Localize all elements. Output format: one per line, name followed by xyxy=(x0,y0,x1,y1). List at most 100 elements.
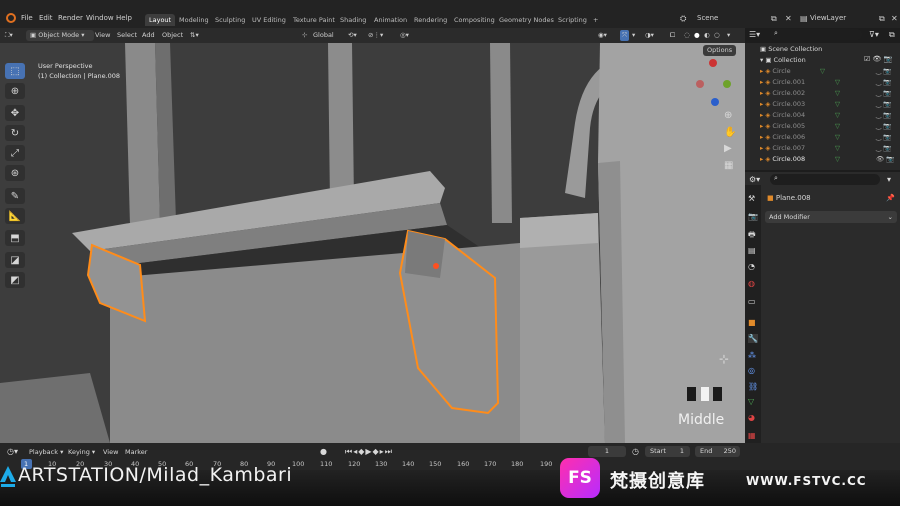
visibility-icon[interactable]: ◉▾ xyxy=(598,30,607,41)
mode-selector[interactable]: ▣ Object Mode ▾ xyxy=(26,30,94,41)
overlay-icon[interactable]: ◑▾ xyxy=(645,30,654,41)
current-frame-field[interactable]: 1 xyxy=(588,446,626,457)
menu-add[interactable]: Add xyxy=(142,30,155,41)
tab-modeling[interactable]: Modeling xyxy=(175,14,213,26)
extrude-tool-icon[interactable]: ◪ xyxy=(5,252,25,268)
shading-rendered-icon[interactable]: ○ xyxy=(714,30,720,41)
menu-object[interactable]: Object xyxy=(162,30,183,41)
rotate-tool-icon[interactable]: ↻ xyxy=(5,125,25,141)
clock-icon[interactable]: ◷ xyxy=(632,447,639,456)
texture-tab-icon[interactable]: ▦ xyxy=(748,431,756,440)
start-frame-field[interactable]: Start 1 xyxy=(645,446,690,457)
tab-uv-editing[interactable]: UV Editing xyxy=(248,14,290,26)
blender-logo-icon[interactable] xyxy=(6,13,16,23)
properties-search-input[interactable]: ⌕ xyxy=(770,174,880,185)
measure-tool-icon[interactable]: 📐 xyxy=(5,208,25,224)
outliner-editor-icon[interactable]: ☰▾ xyxy=(749,30,760,39)
annotate-tool-icon[interactable]: ✎ xyxy=(5,188,25,204)
tab-layout[interactable]: Layout xyxy=(145,14,176,26)
constraints-tab-icon[interactable]: ⛓ xyxy=(748,382,758,391)
world-tab-icon[interactable]: ◍ xyxy=(748,279,755,288)
physics-tab-icon[interactable]: ◎ xyxy=(748,366,755,375)
object-tab-icon[interactable]: ■ xyxy=(748,318,756,327)
snap-icon[interactable]: ⊘⋮▾ xyxy=(368,30,383,41)
tab-sculpting[interactable]: Sculpting xyxy=(211,14,249,26)
output-tab-icon[interactable]: 🖶 xyxy=(748,229,756,243)
timeline-editor-icon[interactable]: ◷▾ xyxy=(7,447,18,456)
tab-shading[interactable]: Shading xyxy=(336,14,370,26)
tab-texture-paint[interactable]: Texture Paint xyxy=(289,14,339,26)
copy-view-layer-icon[interactable]: ⧉ xyxy=(879,14,885,24)
collection-tab-icon[interactable]: ▭ xyxy=(748,297,756,306)
tool-tab-icon[interactable]: ⚒ xyxy=(748,194,755,203)
scene-collection-row[interactable]: ▣ Scene Collection xyxy=(760,44,900,55)
outliner-search-input[interactable]: ⌕ xyxy=(770,29,862,40)
menu-render[interactable]: Render xyxy=(58,14,83,22)
modifier-tab-icon[interactable]: 🔧 xyxy=(748,334,758,343)
add-cube-tool-icon[interactable]: ⬒ xyxy=(5,230,25,246)
end-frame-field[interactable]: End 250 xyxy=(695,446,740,457)
scene-icon[interactable]: ⛭ xyxy=(680,14,686,24)
shear-tool-icon[interactable]: ◩ xyxy=(5,272,25,288)
zoom-icon[interactable]: ⊕ xyxy=(724,110,732,121)
transform-orientation-icon[interactable]: ⇅▾ xyxy=(190,30,199,41)
menu-select[interactable]: Select xyxy=(117,30,137,41)
render-tab-icon[interactable]: 📷 xyxy=(748,212,758,221)
tab-compositing[interactable]: Compositing xyxy=(450,14,499,26)
outliner-visibility-toggles[interactable]: ‿ 📷 ‿ 📷 ‿ 📷 ‿ 📷 ‿ 📷 ‿ 📷 ‿ 📷 ‿ 📷 👁 📷 xyxy=(876,66,894,165)
3d-viewport[interactable] xyxy=(0,43,745,443)
shading-options-icon[interactable]: ▾ xyxy=(727,30,730,41)
grid-view-icon[interactable]: ▦ xyxy=(724,160,733,171)
gizmo-toggle-icon[interactable]: ⤧ xyxy=(620,30,630,41)
gizmo-dropdown-icon[interactable]: ▾ xyxy=(632,30,635,41)
copy-scene-icon[interactable]: ⧉ xyxy=(771,14,777,24)
menu-window[interactable]: Window xyxy=(86,14,114,22)
scale-tool-icon[interactable]: ⤢ xyxy=(5,145,25,161)
scene-selector[interactable]: Scene xyxy=(697,14,718,22)
properties-options-icon[interactable]: ▾ xyxy=(887,175,891,184)
material-tab-icon[interactable]: ◕ xyxy=(748,413,755,422)
add-workspace-button[interactable]: + xyxy=(589,14,602,26)
menu-file[interactable]: File xyxy=(21,14,33,22)
close-scene-icon[interactable]: ✕ xyxy=(785,14,792,23)
move-tool-icon[interactable]: ✥ xyxy=(5,105,25,121)
cursor-tool-icon[interactable]: ⊕ xyxy=(5,83,25,99)
collection-checkbox[interactable]: ☑ 👁 📷 xyxy=(864,55,892,63)
pan-hand-icon[interactable]: ✋ xyxy=(724,127,736,138)
properties-editor-icon[interactable]: ⚙▾ xyxy=(749,175,760,184)
record-icon[interactable]: ● xyxy=(320,447,327,456)
close-view-layer-icon[interactable]: ✕ xyxy=(891,14,898,23)
pivot-icon[interactable]: ⟲▾ xyxy=(348,30,357,41)
filter-icon[interactable]: ⊽▾ xyxy=(869,30,879,39)
transform-tool-icon[interactable]: ⊛ xyxy=(5,165,25,181)
playback-controls-icon[interactable]: ⏮◂◆▶◆▸⏭ xyxy=(345,447,393,457)
transform-orientation-selector[interactable]: Global xyxy=(313,30,334,41)
options-button[interactable]: Options xyxy=(703,45,737,56)
view-layer-tab-icon[interactable]: ▤ xyxy=(748,246,756,255)
scene-tab-icon[interactable]: ◔ xyxy=(748,262,755,271)
shading-solid-icon[interactable]: ● xyxy=(694,30,700,41)
editor-type-icon[interactable]: ⛶▾ xyxy=(5,30,13,41)
select-tool-icon[interactable]: ⬚ xyxy=(5,63,25,79)
particles-tab-icon[interactable]: ⁂ xyxy=(748,351,756,360)
playback-menu[interactable]: Playback ▾ xyxy=(29,448,63,456)
tab-animation[interactable]: Animation xyxy=(370,14,411,26)
keying-menu[interactable]: Keying ▾ xyxy=(68,448,95,456)
view-layer-selector[interactable]: ViewLayer xyxy=(810,14,846,22)
new-collection-icon[interactable]: ⧉ xyxy=(889,30,895,40)
tab-scripting[interactable]: Scripting xyxy=(554,14,591,26)
object-name-field[interactable]: ■ Plane.008 xyxy=(767,194,811,202)
xray-icon[interactable]: ⧠ xyxy=(670,30,675,41)
tab-rendering[interactable]: Rendering xyxy=(410,14,451,26)
camera-icon[interactable]: ▶ xyxy=(724,143,732,154)
timeline-view-menu[interactable]: View xyxy=(103,448,118,456)
menu-edit[interactable]: Edit xyxy=(39,14,53,22)
data-tab-icon[interactable]: ▽ xyxy=(748,397,754,406)
pin-icon[interactable]: 📌 xyxy=(886,194,895,202)
shading-wireframe-icon[interactable]: ◌ xyxy=(684,30,690,41)
add-modifier-button[interactable]: Add Modifier ⌄ xyxy=(765,211,897,223)
menu-view[interactable]: View xyxy=(95,30,110,41)
marker-menu[interactable]: Marker xyxy=(125,448,147,456)
shading-material-icon[interactable]: ◐ xyxy=(704,30,710,41)
menu-help[interactable]: Help xyxy=(116,14,132,22)
